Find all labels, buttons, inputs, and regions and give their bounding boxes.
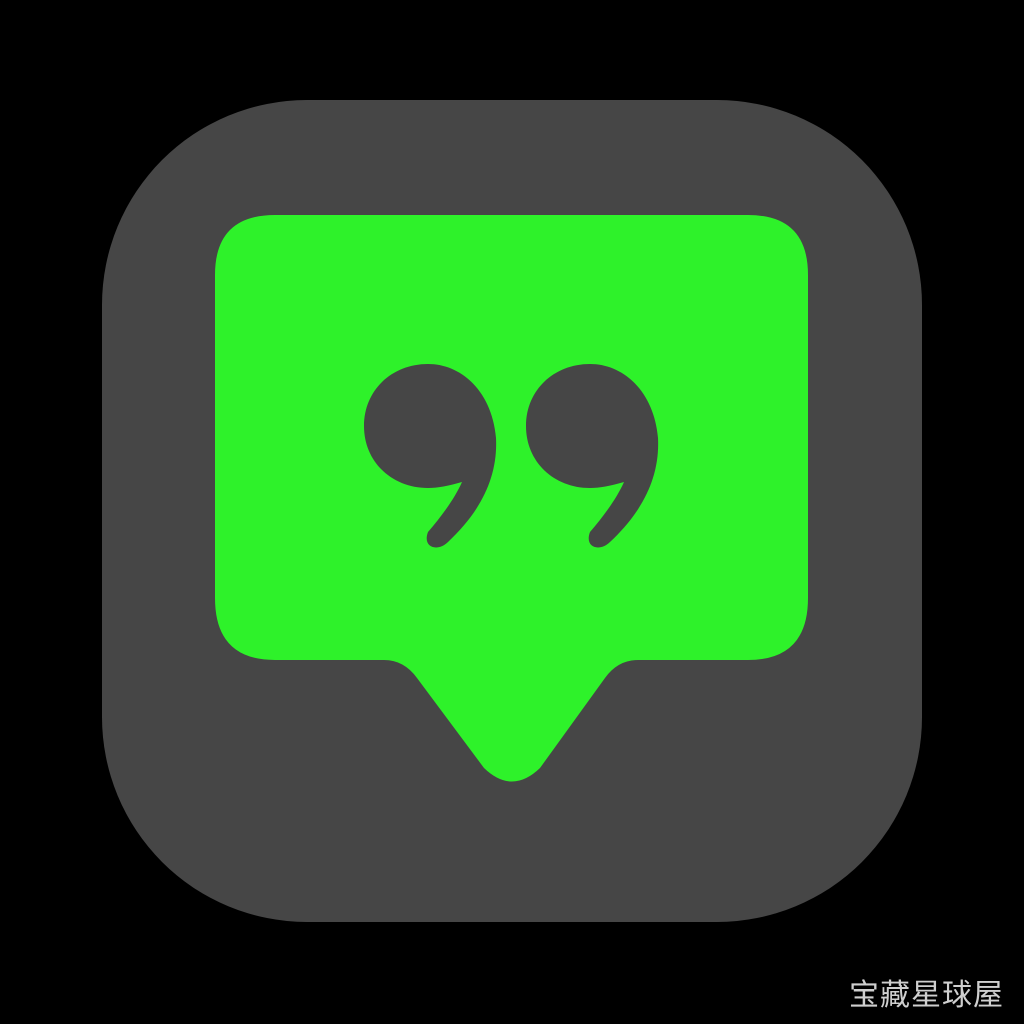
watermark-text: 宝藏星球屋 bbox=[849, 978, 1004, 1013]
icon-canvas: 宝藏星球屋 bbox=[0, 0, 1024, 1024]
quote-speech-bubble-icon[interactable] bbox=[0, 0, 1024, 1024]
